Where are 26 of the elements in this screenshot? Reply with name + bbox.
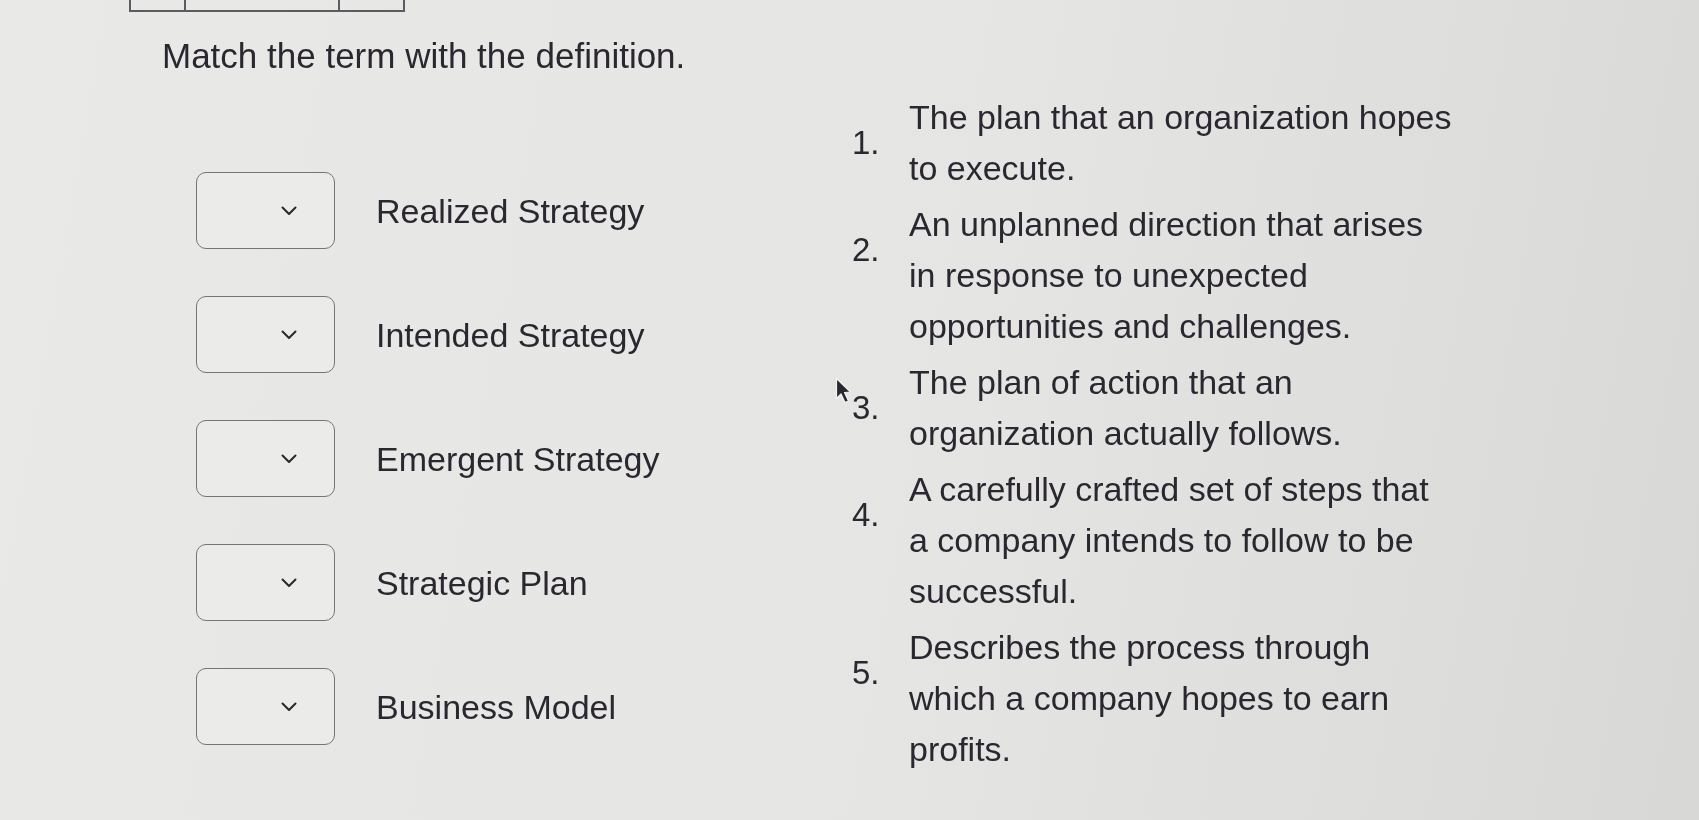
definition-text: The plan of action that an organization actually follows. — [909, 362, 1342, 454]
term-label: Realized Strategy — [376, 190, 645, 231]
list-number: 5. — [852, 653, 880, 693]
definition-text: Describes the process through which a company hopes to earn profits. — [909, 627, 1390, 770]
chevron-down-icon — [281, 453, 297, 464]
answer-dropdown[interactable] — [196, 420, 335, 497]
definition-text: An unplanned direction that arises in response to unexpected opportunities and challenges. — [909, 204, 1424, 347]
chevron-down-icon — [281, 577, 297, 588]
answer-dropdown[interactable] — [196, 544, 335, 621]
list-number: 1. — [852, 123, 880, 163]
list-number: 4. — [852, 495, 880, 535]
answer-dropdown[interactable] — [196, 668, 335, 745]
question-title: Match the term with the definition. — [162, 37, 686, 75]
list-number: 2. — [852, 230, 880, 270]
term-label: Business Model — [376, 686, 616, 727]
definition-text: The plan that an organization hopes to execute. — [909, 97, 1452, 189]
chevron-down-icon — [281, 205, 297, 216]
chevron-down-icon — [281, 329, 297, 340]
answer-dropdown[interactable] — [196, 172, 335, 249]
term-label: Strategic Plan — [376, 562, 588, 603]
term-label: Intended Strategy — [376, 314, 645, 355]
chevron-down-icon — [281, 701, 297, 712]
answer-dropdown[interactable] — [196, 296, 335, 373]
list-number: 3. — [852, 388, 880, 428]
definition-text: A carefully crafted set of steps that a company intends to follow to be successful. — [909, 469, 1429, 612]
term-label: Emergent Strategy — [376, 438, 660, 479]
